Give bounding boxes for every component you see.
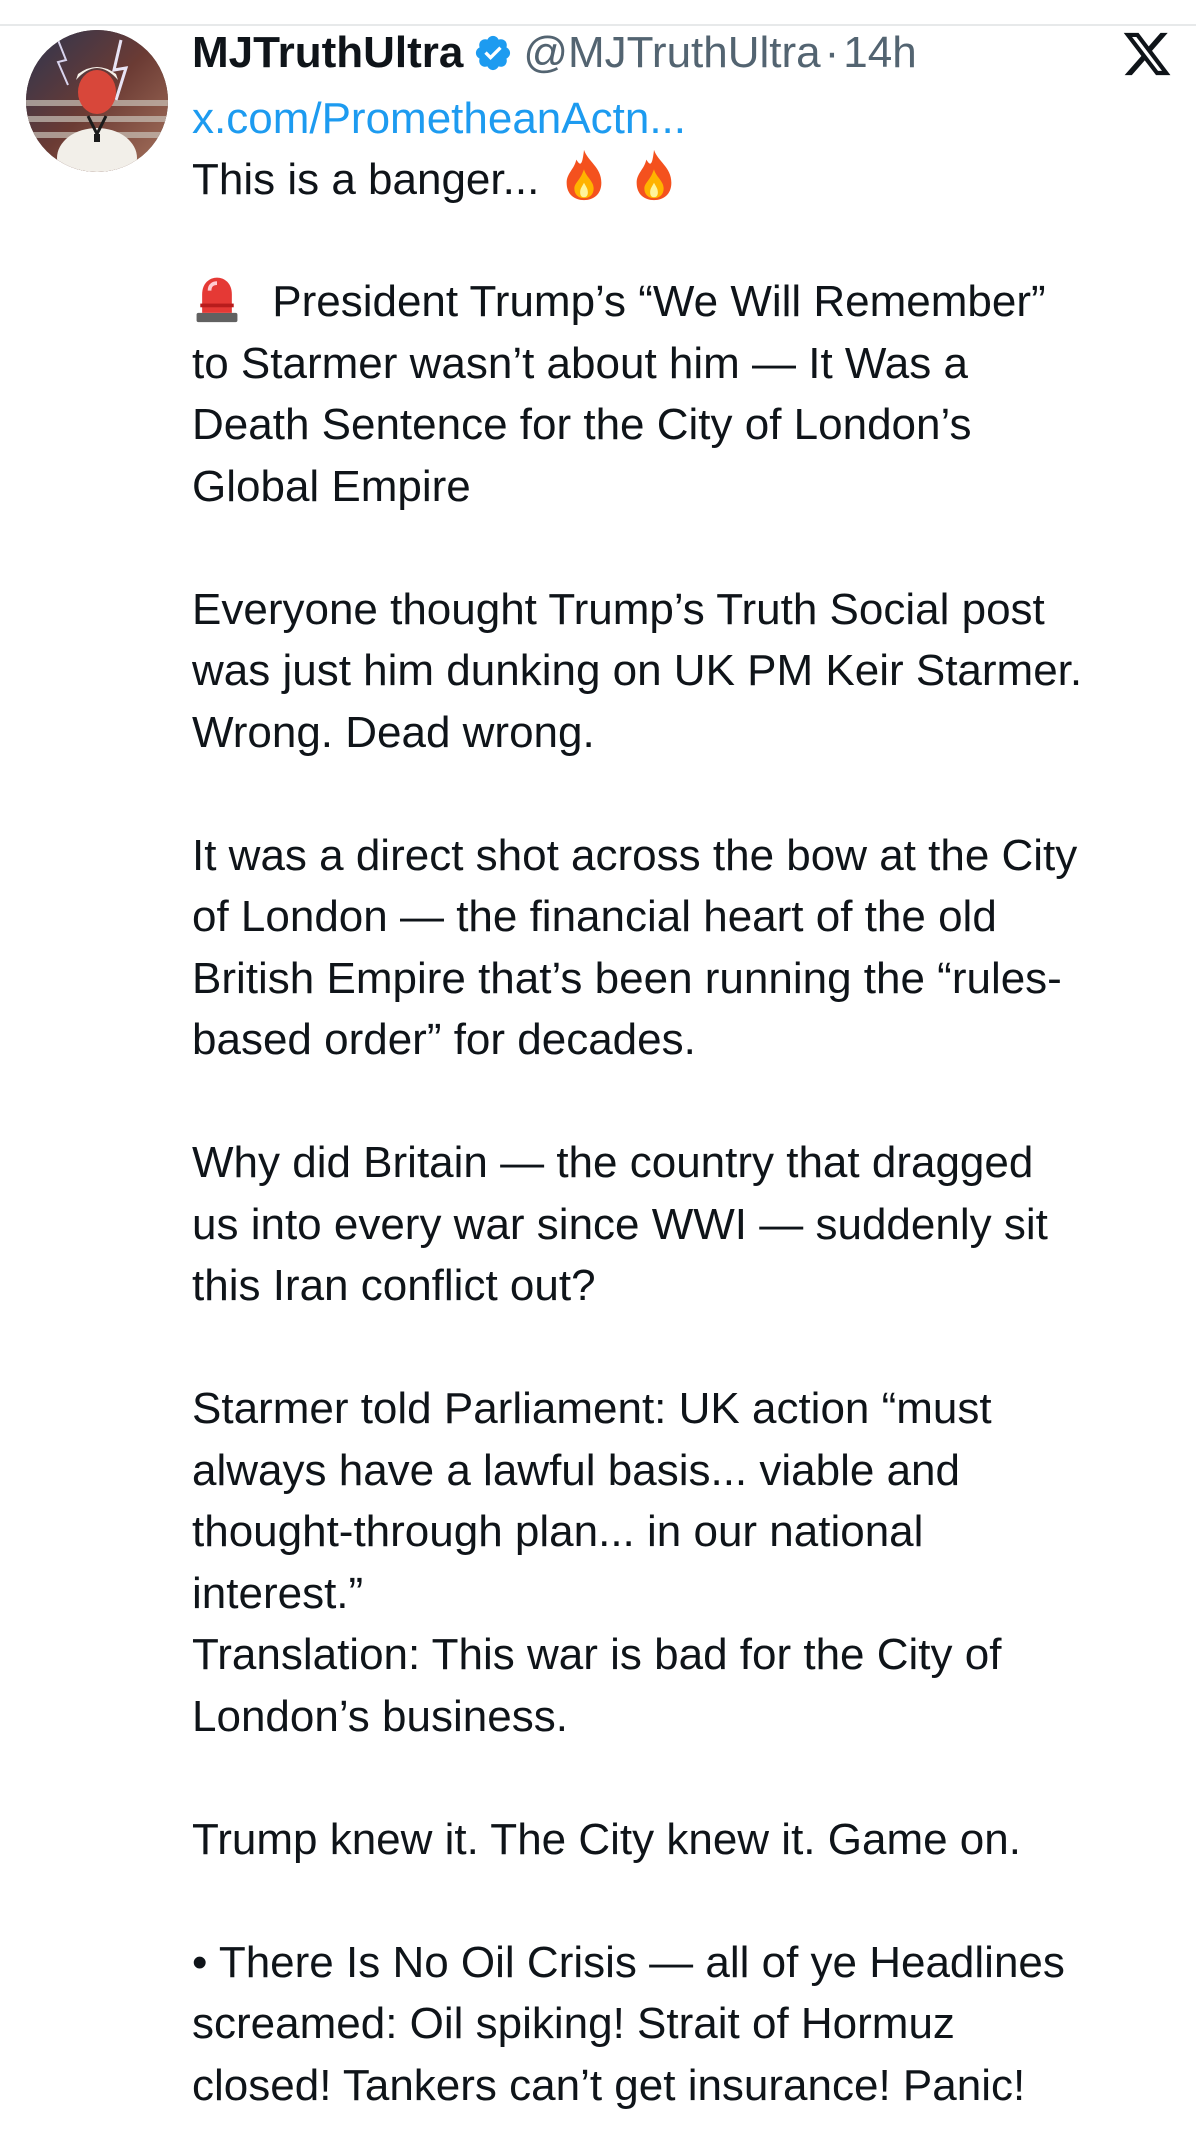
headline-line: Death Sentence for the City of London’s xyxy=(192,400,972,449)
paragraph-line: of London — the financial heart of the o… xyxy=(192,892,997,941)
paragraph-line: London’s business. xyxy=(192,1691,568,1741)
paragraph-line: • There Is No Oil Crisis — all of ye Hea… xyxy=(192,1937,1065,1987)
timestamp[interactable]: 14h xyxy=(843,22,916,84)
paragraph-line: interest.” xyxy=(192,1568,364,1618)
police-siren-emoji xyxy=(192,272,242,324)
paragraph-line: this Iran conflict out? xyxy=(192,1261,596,1310)
tweet-body: This is a banger... President Trump’s “W… xyxy=(192,148,1172,2116)
paragraph-line: British Empire that’s been running the “… xyxy=(192,953,1062,1003)
paragraph-line: thought-through plan... in our national xyxy=(192,1507,924,1556)
paragraph-line: Wrong. Dead wrong. xyxy=(192,707,595,757)
headline-line: to Starmer wasn’t about him — It Was a xyxy=(192,338,968,388)
separator-dot: · xyxy=(824,28,840,77)
paragraph-line: closed! Tankers can’t get insurance! Pan… xyxy=(192,2060,1026,2110)
headline-text: President Trump’s “We Will Remember” xyxy=(272,277,1046,326)
verified-badge-icon xyxy=(473,33,513,73)
paragraph-line: us into every war since WWI — suddenly s… xyxy=(192,1199,1048,1249)
paragraph-line: Translation: This war is bad for the Cit… xyxy=(192,1630,1002,1679)
headline-line: Global Empire xyxy=(192,461,471,511)
paragraph-line: screamed: Oil spiking! Strait of Hormuz xyxy=(192,1999,955,2048)
intro-line: This is a banger... xyxy=(192,148,1172,210)
paragraph-line: based order” for decades. xyxy=(192,1015,696,1064)
profile-link[interactable]: x.com/PrometheanActn... xyxy=(192,88,686,150)
paragraph-line: was just him dunking on UK PM Keir Starm… xyxy=(192,646,1083,695)
paragraph-line: Trump knew it. The City knew it. Game on… xyxy=(192,1814,1021,1864)
paragraph-line: Everyone thought Trump’s Truth Social po… xyxy=(192,584,1045,634)
paragraph-line: Why did Britain — the country that dragg… xyxy=(192,1138,1034,1187)
fire-emoji xyxy=(628,148,680,202)
user-handle[interactable]: @MJTruthUltra xyxy=(523,22,820,84)
tweet-header: MJTruthUltra @MJTruthUltra · 14h xyxy=(192,22,917,84)
intro-text: This is a banger... xyxy=(192,155,540,204)
fire-emoji xyxy=(558,148,610,202)
paragraph-line: It was a direct shot across the bow at t… xyxy=(192,830,1078,880)
paragraph-line: Starmer told Parliament: UK action “must xyxy=(192,1384,992,1433)
display-name[interactable]: MJTruthUltra xyxy=(192,22,463,84)
avatar[interactable] xyxy=(26,30,168,172)
x-logo-icon[interactable] xyxy=(1120,28,1174,80)
paragraph-line: always have a lawful basis... viable and xyxy=(192,1445,960,1495)
headline-line: President Trump’s “We Will Remember” xyxy=(192,271,1172,333)
avatar-image xyxy=(26,30,168,172)
